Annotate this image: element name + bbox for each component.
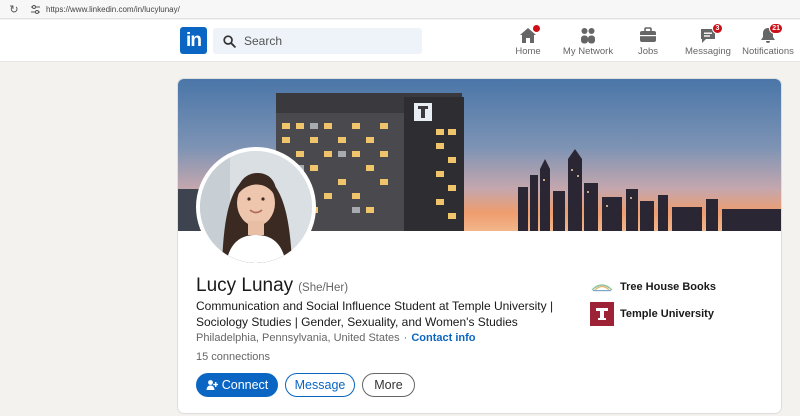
connections-count[interactable]: 15 connections <box>196 351 270 363</box>
org-tree-house-books[interactable]: Tree House Books <box>590 275 716 299</box>
org-temple-university[interactable]: Temple University <box>590 302 714 326</box>
nav-item-home[interactable]: Home <box>513 24 543 59</box>
profile-location: Philadelphia, Pennsylvania, United State… <box>196 332 400 344</box>
more-button[interactable]: More <box>362 373 415 397</box>
tree-house-books-logo <box>590 275 614 299</box>
briefcase-icon <box>637 25 659 45</box>
separator: · <box>403 332 408 344</box>
search-box[interactable] <box>213 28 422 54</box>
location-row: Philadelphia, Pennsylvania, United State… <box>196 332 475 344</box>
nav-item-messaging[interactable]: 3 Messaging <box>685 23 731 59</box>
org-name: Temple University <box>620 308 714 320</box>
network-icon <box>577 25 599 45</box>
name-row: Lucy Lunay (She/Her) <box>196 275 348 297</box>
nav-item-jobs[interactable]: Jobs <box>636 25 660 59</box>
messaging-icon: 3 <box>697 23 723 45</box>
browser-bar: ↻ https://www.linkedin.com/in/lucylunay/ <box>0 0 800 19</box>
org-name: Tree House Books <box>620 281 716 293</box>
connect-button-label: Connect <box>221 378 269 392</box>
home-badge-dot <box>532 24 541 33</box>
notifications-badge: 21 <box>769 23 783 34</box>
profile-card: Lucy Lunay (She/Her) Communication and S… <box>177 78 782 414</box>
top-nav: in Home My Network Jobs 3 Messaging 2 <box>0 20 800 62</box>
messaging-badge: 3 <box>712 23 723 34</box>
search-input[interactable] <box>244 34 414 48</box>
message-button[interactable]: Message <box>285 373 355 397</box>
profile-headline: Communication and Social Influence Stude… <box>196 299 554 329</box>
contact-info-link[interactable]: Contact info <box>411 332 475 344</box>
linkedin-logo[interactable]: in <box>180 27 207 54</box>
profile-pronouns: (She/Her) <box>298 282 349 294</box>
temple-university-logo <box>590 302 614 326</box>
connect-button[interactable]: Connect <box>196 373 278 397</box>
profile-name: Lucy Lunay <box>196 275 294 296</box>
profile-photo[interactable] <box>196 147 316 267</box>
nav-label: Home <box>515 46 541 57</box>
site-settings-icon[interactable] <box>28 2 42 16</box>
search-icon <box>223 34 236 48</box>
home-icon <box>517 24 541 45</box>
nav-label: Notifications <box>742 46 794 57</box>
bell-icon: 21 <box>757 23 783 45</box>
nav-item-my-network[interactable]: My Network <box>562 25 614 59</box>
nav-label: My Network <box>562 46 614 57</box>
nav-label: Jobs <box>637 46 659 57</box>
nav-item-notifications[interactable]: 21 Notifications <box>741 23 795 59</box>
nav-label: Messaging <box>685 46 731 57</box>
address-bar-url[interactable]: https://www.linkedin.com/in/lucylunay/ <box>46 5 180 14</box>
add-person-icon <box>206 380 218 390</box>
reload-icon[interactable]: ↻ <box>6 1 22 17</box>
